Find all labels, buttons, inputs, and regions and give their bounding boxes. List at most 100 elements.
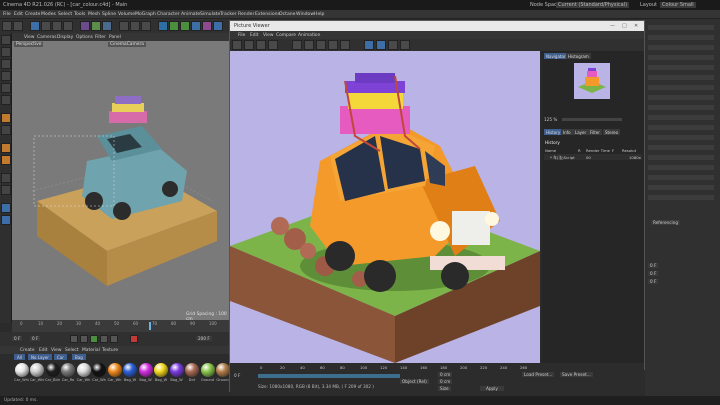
lock-workplane-icon[interactable] — [1, 173, 11, 183]
scale-tool-icon[interactable] — [41, 21, 51, 31]
tweak-mode-icon[interactable] — [1, 125, 11, 135]
material-swatch[interactable]: Car_Whi — [30, 363, 45, 382]
render-icon[interactable] — [244, 40, 254, 50]
redo-icon[interactable] — [13, 21, 23, 31]
edges-mode-icon[interactable] — [1, 83, 11, 93]
rotate-tool-icon[interactable] — [52, 21, 62, 31]
save-icon[interactable] — [232, 40, 242, 50]
region-icon[interactable] — [304, 40, 314, 50]
node-space-select[interactable]: Current (Standard/Physical) — [556, 2, 630, 8]
attr-field-2[interactable]: 0 F — [648, 271, 659, 276]
vp-menu-view[interactable]: View — [24, 35, 34, 40]
attribute-row[interactable] — [648, 175, 714, 180]
menu-simulate[interactable]: Simulate — [200, 12, 220, 17]
menu-tools[interactable]: Tools — [74, 12, 85, 17]
go-to-start-icon[interactable] — [70, 335, 78, 343]
mat-menu-view[interactable]: View — [51, 348, 61, 353]
size-select[interactable]: Size — [438, 386, 451, 391]
attribute-row[interactable] — [648, 75, 714, 80]
stop-icon[interactable] — [256, 40, 266, 50]
attr-field-1[interactable]: 0 F — [648, 263, 659, 268]
cube-icon[interactable] — [158, 21, 168, 31]
picture-viewer-titlebar[interactable]: Picture Viewer — □ ✕ — [230, 21, 644, 31]
attribute-row[interactable] — [648, 195, 714, 200]
vp-menu-display[interactable]: Display — [57, 35, 73, 40]
mat-menu-select[interactable]: Select — [65, 348, 79, 353]
material-swatch[interactable]: Car_Blck — [45, 363, 60, 382]
menu-select[interactable]: Select — [58, 12, 72, 17]
ab-compare-icon[interactable] — [316, 40, 326, 50]
viewport[interactable]: Perspective CinemaCamera Grid Spacing : … — [12, 41, 230, 320]
tab-filter[interactable]: Filter — [588, 129, 602, 135]
y-axis-icon[interactable] — [91, 21, 101, 31]
attribute-row[interactable] — [648, 85, 714, 90]
close-icon[interactable]: ✕ — [634, 23, 638, 29]
menu-mograph[interactable]: MoGraph — [135, 12, 156, 17]
coord-x[interactable]: 0 cm — [438, 372, 453, 377]
material-swatch[interactable]: Bag_W — [138, 363, 153, 382]
snapshot-icon[interactable] — [328, 40, 338, 50]
tab-stereo[interactable]: Stereo — [603, 129, 621, 135]
points-mode-icon[interactable] — [1, 71, 11, 81]
z-axis-icon[interactable] — [102, 21, 112, 31]
polygons-mode-icon[interactable] — [1, 95, 11, 105]
coord-y[interactable]: 0 cm — [438, 379, 453, 384]
record-icon[interactable] — [130, 335, 138, 343]
attr-field-3[interactable]: 0 F — [648, 279, 659, 284]
render-image[interactable] — [230, 51, 540, 363]
axis-mode-icon[interactable] — [1, 113, 11, 123]
material-swatch[interactable]: Bag_W — [154, 363, 169, 382]
subdivision-icon[interactable] — [180, 21, 190, 31]
pv-menu-view[interactable]: View — [263, 33, 273, 38]
lock-icon[interactable] — [400, 40, 410, 50]
menu-edit[interactable]: Edit — [14, 12, 23, 17]
vp-menu-filter[interactable]: Filter — [95, 35, 106, 40]
material-swatch[interactable]: Car_Wh — [92, 363, 107, 382]
pv-menu-edit[interactable]: Edit — [250, 33, 259, 38]
octane-material-icon[interactable] — [1, 215, 11, 225]
menu-tracker[interactable]: Tracker — [220, 12, 237, 17]
attribute-row[interactable] — [648, 125, 714, 130]
mat-menu-edit[interactable]: Edit — [39, 348, 48, 353]
zoom-value[interactable]: 125 % — [544, 117, 557, 122]
material-swatch[interactable]: Car_Whi — [14, 363, 29, 382]
load-preset-button[interactable]: Load Preset... — [522, 372, 555, 377]
next-frame-icon[interactable] — [100, 335, 108, 343]
floor-icon[interactable] — [213, 21, 223, 31]
apply-button[interactable]: Apply — [480, 386, 504, 391]
play-icon[interactable] — [90, 335, 98, 343]
minimize-icon[interactable]: — — [610, 23, 615, 29]
maximize-icon[interactable]: □ — [622, 23, 627, 29]
menu-mesh[interactable]: Mesh — [88, 12, 100, 17]
mat-menu-texture[interactable]: Texture — [102, 348, 118, 353]
end-frame-field[interactable]: 200 F — [196, 336, 212, 341]
attribute-row[interactable] — [648, 135, 714, 140]
render-picture-viewer-icon[interactable] — [130, 21, 140, 31]
vp-menu-cameras[interactable]: Cameras — [37, 35, 57, 40]
pv-menu-file[interactable]: File — [238, 33, 245, 38]
navigator-thumbnail[interactable] — [574, 63, 610, 99]
material-swatch[interactable]: Car_Wh — [107, 363, 122, 382]
menu-character[interactable]: Character — [157, 12, 180, 17]
channel-alpha-icon[interactable] — [376, 40, 386, 50]
prev-frame-icon[interactable] — [80, 335, 88, 343]
menu-extensions[interactable]: Extensions — [255, 12, 280, 17]
start-frame-field[interactable]: 0 F — [30, 336, 41, 341]
vp-menu-options[interactable]: Options — [76, 35, 93, 40]
menu-spline[interactable]: Spline — [102, 12, 116, 17]
attribute-row[interactable] — [648, 145, 714, 150]
attribute-row[interactable] — [648, 155, 714, 160]
make-editable-icon[interactable] — [1, 35, 11, 45]
pv-menu-animation[interactable]: Animation — [298, 33, 320, 38]
attribute-row[interactable] — [648, 45, 714, 50]
mat-menu-create[interactable]: Create — [20, 348, 35, 353]
referencing-tab[interactable]: Referencing — [651, 220, 680, 225]
attribute-row[interactable] — [648, 95, 714, 100]
material-swatch[interactable]: Bag_W — [169, 363, 184, 382]
interactive-render-icon[interactable] — [340, 40, 350, 50]
render-settings-icon[interactable] — [141, 21, 151, 31]
tab-layer[interactable]: Layer — [573, 129, 589, 135]
mat-menu-material[interactable]: Material — [82, 348, 100, 353]
spline-pen-icon[interactable] — [169, 21, 179, 31]
texture-mode-icon[interactable] — [1, 59, 11, 69]
